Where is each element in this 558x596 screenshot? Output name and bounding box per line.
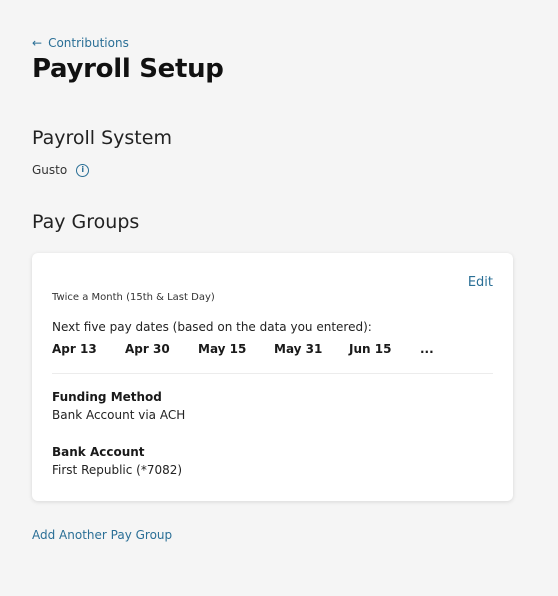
pay-frequency: Twice a Month (15th & Last Day) xyxy=(52,292,215,303)
pay-date: Apr 30 xyxy=(125,342,170,356)
next-pay-dates-label: Next five pay dates (based on the data y… xyxy=(52,320,372,334)
bank-account-value: First Republic (*7082) xyxy=(52,463,183,477)
pay-groups-heading: Pay Groups xyxy=(32,211,140,233)
page-title: Payroll Setup xyxy=(32,54,224,84)
add-another-pay-group-button[interactable]: Add Another Pay Group xyxy=(32,528,172,542)
info-icon[interactable]: i xyxy=(76,163,90,177)
payroll-system-name: Gusto xyxy=(32,163,68,177)
back-link-label: Contributions xyxy=(48,36,129,50)
arrow-left-icon: ← xyxy=(32,36,43,50)
payroll-system-value: Gusto i xyxy=(32,163,90,177)
pay-dates-list: Apr 13 Apr 30 May 15 May 31 Jun 15 ... xyxy=(52,342,434,356)
pay-group-card: Edit Twice a Month (15th & Last Day) Nex… xyxy=(32,253,513,501)
pay-date: May 31 xyxy=(274,342,323,356)
funding-method-value: Bank Account via ACH xyxy=(52,408,186,422)
pay-date: Jun 15 xyxy=(349,342,392,356)
pay-date: May 15 xyxy=(198,342,247,356)
funding-method-label: Funding Method xyxy=(52,390,162,404)
card-divider xyxy=(52,373,493,374)
more-dates-ellipsis: ... xyxy=(420,342,434,356)
edit-pay-group-button[interactable]: Edit xyxy=(468,275,493,290)
back-to-contributions-link[interactable]: ← Contributions xyxy=(32,36,129,50)
payroll-system-heading: Payroll System xyxy=(32,127,172,149)
pay-date: Apr 13 xyxy=(52,342,97,356)
bank-account-label: Bank Account xyxy=(52,445,145,459)
